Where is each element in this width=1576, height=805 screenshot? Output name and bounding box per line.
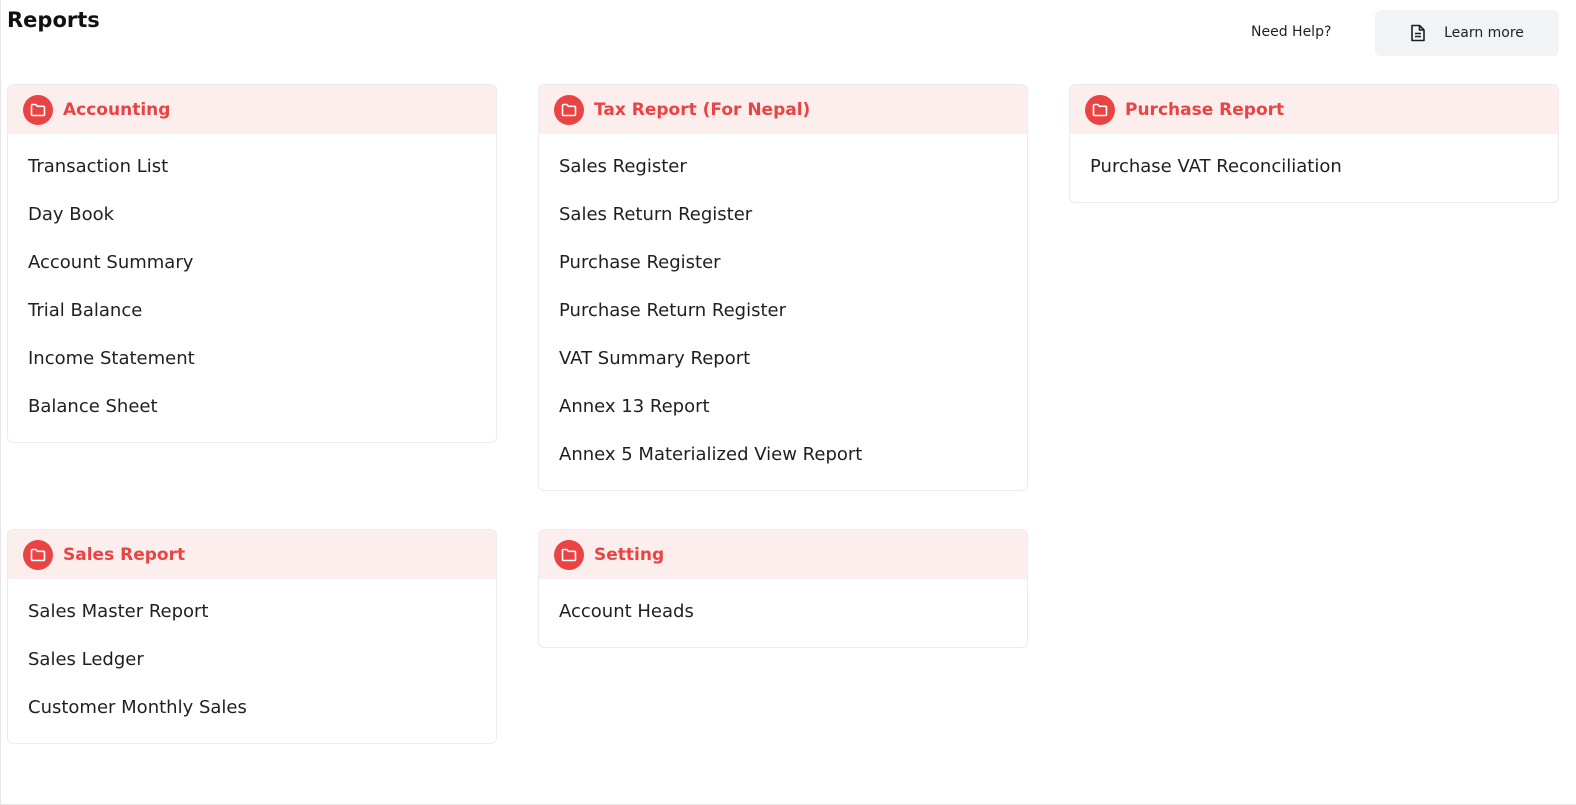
card-title: Tax Report (For Nepal): [594, 99, 811, 120]
learn-more-label: Learn more: [1444, 25, 1524, 41]
report-link-income-statement[interactable]: Income Statement: [8, 334, 496, 382]
report-link-purchase-vat-reconciliation[interactable]: Purchase VAT Reconciliation: [1070, 142, 1558, 190]
report-link-trial-balance[interactable]: Trial Balance: [8, 286, 496, 334]
card-setting: Setting Account Heads: [538, 529, 1028, 648]
report-link-purchase-return-register[interactable]: Purchase Return Register: [539, 286, 1027, 334]
card-header: Sales Report: [8, 530, 496, 579]
document-icon: [1410, 24, 1426, 42]
report-link-sales-register[interactable]: Sales Register: [539, 142, 1027, 190]
report-link-vat-summary-report[interactable]: VAT Summary Report: [539, 334, 1027, 382]
card-header: Tax Report (For Nepal): [539, 85, 1027, 134]
card-title: Sales Report: [63, 544, 186, 565]
card-tax-report: Tax Report (For Nepal) Sales Register Sa…: [538, 84, 1028, 491]
card-sales-report: Sales Report Sales Master Report Sales L…: [7, 529, 497, 744]
card-header: Purchase Report: [1070, 85, 1558, 134]
folder-icon: [23, 539, 53, 570]
folder-icon: [23, 94, 53, 125]
card-purchase-report: Purchase Report Purchase VAT Reconciliat…: [1069, 84, 1559, 203]
card-header: Setting: [539, 530, 1027, 579]
report-link-sales-ledger[interactable]: Sales Ledger: [8, 635, 496, 683]
page-title: Reports: [7, 8, 100, 32]
card-title: Accounting: [63, 99, 171, 120]
report-link-account-summary[interactable]: Account Summary: [8, 238, 496, 286]
report-link-annex-5-materialized-view-report[interactable]: Annex 5 Materialized View Report: [539, 430, 1027, 478]
report-link-balance-sheet[interactable]: Balance Sheet: [8, 382, 496, 430]
report-link-account-heads[interactable]: Account Heads: [539, 587, 1027, 635]
learn-more-button[interactable]: Learn more: [1375, 10, 1559, 56]
card-accounting: Accounting Transaction List Day Book Acc…: [7, 84, 497, 443]
report-link-purchase-register[interactable]: Purchase Register: [539, 238, 1027, 286]
report-link-sales-return-register[interactable]: Sales Return Register: [539, 190, 1027, 238]
folder-icon: [554, 539, 584, 570]
card-title: Setting: [594, 544, 665, 565]
card-title: Purchase Report: [1125, 99, 1285, 120]
card-header: Accounting: [8, 85, 496, 134]
folder-icon: [554, 94, 584, 125]
report-link-sales-master-report[interactable]: Sales Master Report: [8, 587, 496, 635]
reports-page: Reports Need Help? Learn more Accounting…: [0, 0, 1576, 805]
report-link-day-book[interactable]: Day Book: [8, 190, 496, 238]
report-link-customer-monthly-sales[interactable]: Customer Monthly Sales: [8, 683, 496, 731]
need-help-text: Need Help?: [1251, 24, 1332, 40]
folder-icon: [1085, 94, 1115, 125]
report-link-annex-13-report[interactable]: Annex 13 Report: [539, 382, 1027, 430]
report-link-transaction-list[interactable]: Transaction List: [8, 142, 496, 190]
